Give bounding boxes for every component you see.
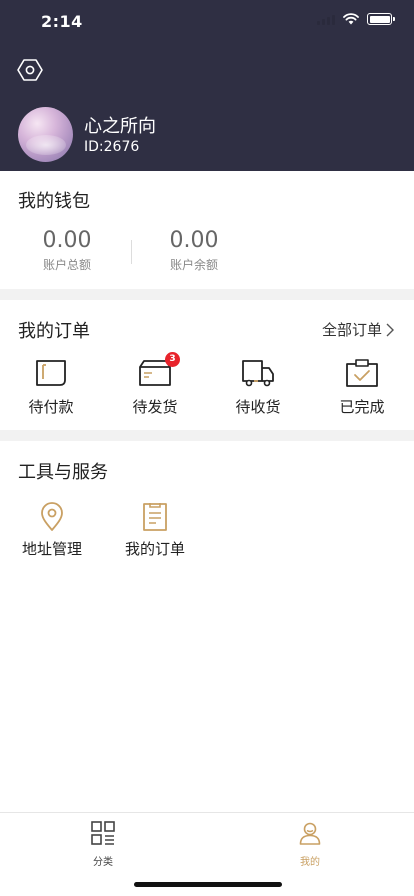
tab-label: 我的 — [300, 857, 320, 868]
truck-icon — [242, 360, 274, 387]
tab-me[interactable]: 我的 — [280, 821, 340, 868]
tool-label: 我的订单 — [124, 540, 185, 558]
order-label: 待付款 — [28, 398, 74, 416]
wallet-total-label: 账户总额 — [42, 258, 91, 272]
settings-button[interactable] — [16, 56, 44, 84]
user-id: ID:2676 — [84, 139, 140, 155]
order-label: 待收货 — [235, 398, 281, 416]
battery-icon — [367, 13, 395, 25]
tool-my-orders[interactable]: 我的订单 — [115, 502, 195, 559]
wifi-icon — [343, 13, 359, 25]
tab-label: 分类 — [93, 857, 113, 868]
chevron-right-icon — [386, 323, 394, 336]
settings-icon — [17, 59, 43, 81]
category-icon — [91, 821, 115, 845]
wallet-divider — [131, 240, 132, 264]
wallet-balance-value: 0.00 — [169, 228, 219, 253]
tab-category[interactable]: 分类 — [73, 821, 133, 868]
wallet-balance-label: 账户余额 — [169, 258, 218, 272]
wallet-icon — [36, 360, 66, 386]
order-pending-shipment[interactable]: 3 待发货 — [120, 352, 190, 417]
cellular-signal-icon — [317, 13, 335, 25]
tool-label: 地址管理 — [21, 540, 82, 558]
order-label: 已完成 — [339, 398, 385, 416]
username: 心之所向 — [84, 116, 156, 137]
section-divider — [0, 430, 414, 441]
order-pending-receipt[interactable]: 待收货 — [223, 359, 293, 417]
orders-title: 我的订单 — [18, 321, 90, 342]
clipboard-check-icon — [346, 359, 378, 387]
section-divider — [0, 289, 414, 300]
location-pin-icon — [41, 502, 63, 531]
tool-address-management[interactable]: 地址管理 — [12, 502, 92, 559]
order-pending-payment[interactable]: 待付款 — [16, 359, 86, 417]
user-icon — [299, 822, 321, 845]
wallet-total-value: 0.00 — [42, 228, 92, 253]
tools-title: 工具与服务 — [18, 462, 108, 483]
wallet-total[interactable]: 0.00 账户总额 — [7, 228, 127, 273]
document-icon — [143, 503, 167, 531]
avatar[interactable] — [18, 107, 73, 162]
wallet-title: 我的钱包 — [18, 191, 90, 212]
status-icons — [317, 13, 395, 25]
order-label: 待发货 — [132, 398, 178, 416]
status-time: 2:14 — [41, 12, 83, 31]
all-orders-label: 全部订单 — [321, 321, 382, 339]
home-indicator — [134, 882, 282, 887]
profile-header: 2:14 心之所向 ID:2676 — [0, 0, 414, 171]
order-completed[interactable]: 已完成 — [327, 359, 397, 417]
wallet-balance[interactable]: 0.00 账户余额 — [134, 228, 254, 273]
shipment-count-badge: 3 — [165, 352, 180, 367]
all-orders-link[interactable]: 全部订单 — [322, 319, 394, 340]
